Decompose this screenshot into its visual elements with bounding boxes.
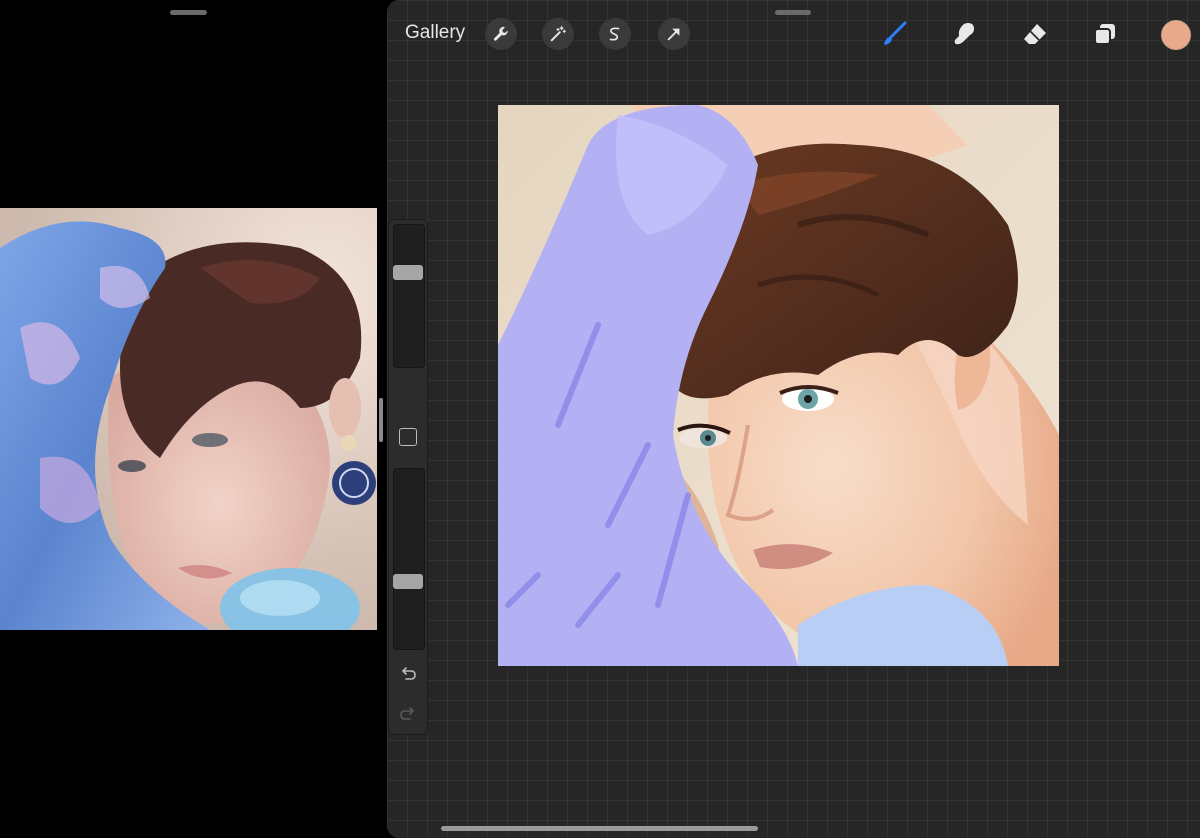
- smudge-icon[interactable]: [948, 18, 980, 50]
- brush-sidebar: [388, 219, 428, 735]
- wrench-icon[interactable]: [485, 18, 517, 50]
- magic-wand-icon[interactable]: [542, 18, 574, 50]
- opacity-thumb[interactable]: [393, 573, 423, 589]
- brush-size-thumb[interactable]: [393, 264, 423, 280]
- undo-icon[interactable]: [397, 663, 419, 685]
- brush-icon[interactable]: [878, 18, 910, 50]
- drawing-canvas[interactable]: [498, 105, 1059, 666]
- opacity-slider[interactable]: [393, 468, 425, 650]
- split-view-divider[interactable]: [379, 398, 383, 442]
- brush-size-slider[interactable]: [393, 224, 425, 368]
- app-pane-grabber[interactable]: [775, 10, 811, 15]
- split-view-grabber[interactable]: [170, 10, 207, 15]
- home-indicator[interactable]: [441, 826, 758, 831]
- reference-photo: [0, 208, 377, 630]
- color-picker-swatch[interactable]: [1161, 20, 1191, 50]
- transform-arrow-icon[interactable]: [658, 18, 690, 50]
- layers-icon[interactable]: [1089, 18, 1121, 50]
- gallery-button[interactable]: Gallery: [405, 22, 465, 44]
- redo-icon[interactable]: [397, 703, 419, 725]
- modify-square-icon[interactable]: [399, 428, 417, 446]
- eraser-icon[interactable]: [1019, 18, 1051, 50]
- reference-pane: [0, 0, 382, 838]
- selection-icon[interactable]: [599, 18, 631, 50]
